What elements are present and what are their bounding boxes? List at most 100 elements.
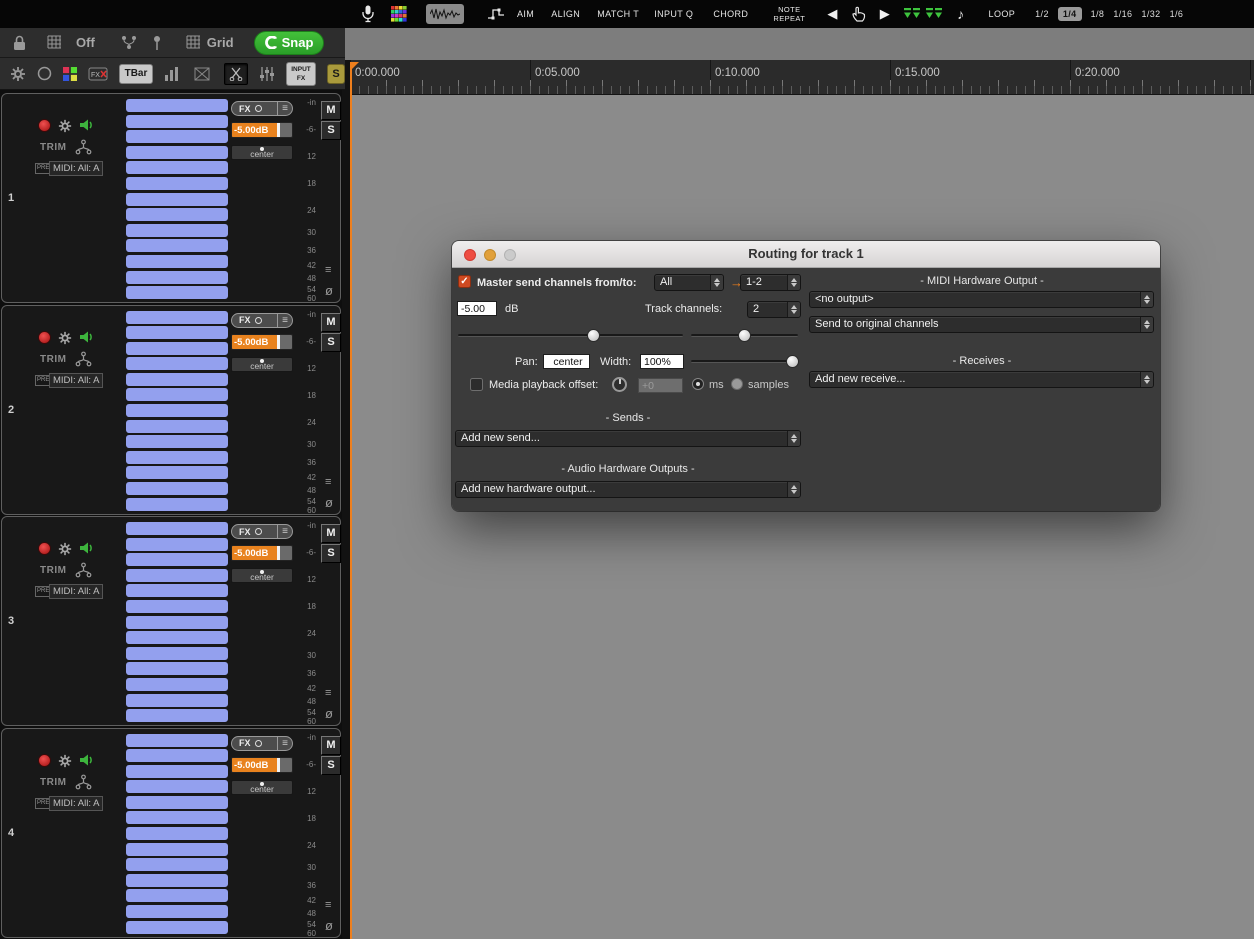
- media-lane-bar[interactable]: [126, 858, 228, 872]
- metronome-note-icon[interactable]: ♪: [957, 6, 964, 22]
- gear-tool-icon[interactable]: [10, 66, 26, 82]
- note-division-1-4[interactable]: 1/4: [1057, 7, 1082, 21]
- media-lane-bar[interactable]: [126, 733, 228, 747]
- volume-slider[interactable]: [458, 334, 683, 337]
- media-lane-bar[interactable]: [126, 404, 228, 418]
- fx-button[interactable]: FX ≡: [231, 101, 293, 116]
- routing-icon[interactable]: [75, 139, 92, 155]
- media-lane-bar[interactable]: [126, 254, 228, 268]
- drop-markers-icon[interactable]: [904, 7, 921, 21]
- media-lane-bar[interactable]: [126, 764, 228, 778]
- monitor-speaker-icon[interactable]: [79, 117, 95, 133]
- solo-button[interactable]: S: [321, 121, 341, 140]
- media-lane-bar[interactable]: [126, 223, 228, 237]
- note-division-1-32[interactable]: 1/32: [1141, 9, 1160, 19]
- playback-offset-checkbox[interactable]: [470, 378, 483, 391]
- dialog-titlebar[interactable]: Routing for track 1: [452, 241, 1160, 268]
- media-lane-bar[interactable]: [126, 905, 228, 919]
- track-row[interactable]: TRIM PRE MIDI: All: A 4 FX ≡ -5.00dB cen…: [1, 727, 341, 938]
- media-lane-bar[interactable]: [126, 709, 228, 723]
- add-send-select[interactable]: Add new send...: [455, 430, 801, 447]
- media-lane-bar[interactable]: [126, 130, 228, 144]
- grid-label[interactable]: Grid: [207, 35, 234, 50]
- arrange-area[interactable]: [350, 95, 1254, 939]
- media-lane-bar[interactable]: [126, 677, 228, 691]
- solo-button[interactable]: S: [321, 755, 341, 775]
- input-q-button[interactable]: INPUT Q: [654, 9, 693, 19]
- mute-button[interactable]: M: [321, 735, 341, 755]
- match-t-button[interactable]: MATCH T: [597, 9, 639, 19]
- meter-bars-icon[interactable]: [164, 66, 180, 82]
- record-arm-button[interactable]: [38, 542, 51, 555]
- volume-handle[interactable]: [277, 123, 280, 137]
- mute-button[interactable]: M: [321, 312, 341, 332]
- chord-button[interactable]: CHORD: [713, 9, 748, 19]
- master-send-from-select[interactable]: All: [654, 274, 724, 291]
- media-lane-bar[interactable]: [126, 646, 228, 660]
- edit-cursor-flag[interactable]: [350, 62, 359, 71]
- grid-icon[interactable]: [186, 35, 201, 50]
- media-lane-bar[interactable]: [126, 208, 228, 222]
- align-button[interactable]: ALIGN: [551, 9, 580, 19]
- midi-input-selector[interactable]: MIDI: All: A: [49, 161, 104, 176]
- lanes-icon[interactable]: ≡: [325, 264, 331, 276]
- media-lane-bar[interactable]: [126, 239, 228, 253]
- pan-handle[interactable]: [260, 147, 264, 151]
- fx-menu-icon[interactable]: ≡: [277, 102, 292, 115]
- gear-icon[interactable]: [58, 754, 72, 768]
- media-lane-bar[interactable]: [126, 795, 228, 809]
- fx-menu-icon[interactable]: ≡: [277, 525, 292, 538]
- pan-slider-thumb[interactable]: [738, 329, 751, 342]
- fx-menu-icon[interactable]: ≡: [277, 313, 292, 327]
- fx-button[interactable]: FX ≡: [231, 524, 293, 539]
- media-lane-bar[interactable]: [126, 145, 228, 159]
- volume-handle[interactable]: [277, 757, 280, 772]
- volume-field[interactable]: -5.00: [457, 301, 497, 316]
- media-lane-bar[interactable]: [126, 568, 228, 582]
- gear-icon[interactable]: [58, 542, 72, 556]
- trim-mode-button[interactable]: TRIM: [40, 565, 66, 576]
- master-send-to-select[interactable]: 1-2: [740, 274, 801, 291]
- track-row[interactable]: TRIM PRE MIDI: All: A 1 FX ≡ -5.00dB cen…: [1, 93, 341, 303]
- mixer-icon[interactable]: [259, 66, 275, 82]
- media-lane-bar[interactable]: [126, 482, 228, 496]
- solo-button[interactable]: S: [321, 332, 341, 352]
- trim-mode-button[interactable]: TRIM: [40, 142, 66, 153]
- media-lane-bar[interactable]: [126, 811, 228, 825]
- fx-enable-circle-icon[interactable]: [254, 316, 262, 324]
- midi-input-selector[interactable]: MIDI: All: A: [49, 584, 104, 599]
- volume-handle[interactable]: [277, 334, 280, 349]
- media-lane-bar[interactable]: [126, 615, 228, 629]
- solo-button[interactable]: S: [321, 544, 341, 563]
- media-lane-bar[interactable]: [126, 827, 228, 841]
- tbar-button[interactable]: TBar: [119, 63, 153, 84]
- media-lane-bar[interactable]: [126, 341, 228, 355]
- gear-icon[interactable]: [58, 331, 72, 345]
- phase-icon[interactable]: ø: [325, 918, 333, 933]
- media-lane-bar[interactable]: [126, 161, 228, 175]
- media-lane-bar[interactable]: [126, 270, 228, 284]
- scissors-icon[interactable]: [224, 62, 248, 85]
- pan-field[interactable]: center: [543, 354, 590, 369]
- grouping-icon[interactable]: [47, 35, 62, 50]
- master-send-checkbox[interactable]: ✓: [458, 275, 471, 288]
- note-division-1-2[interactable]: 1/2: [1035, 9, 1049, 19]
- media-lane-bar[interactable]: [126, 286, 228, 300]
- pan-handle[interactable]: [260, 570, 264, 574]
- media-lane-bar[interactable]: [126, 388, 228, 402]
- monitor-speaker-icon[interactable]: [79, 329, 95, 345]
- media-lane-bar[interactable]: [126, 419, 228, 433]
- phase-icon[interactable]: ø: [325, 495, 333, 510]
- lanes-icon[interactable]: ≡: [325, 899, 331, 911]
- fx-menu-icon[interactable]: ≡: [277, 736, 292, 750]
- prev-transport-button[interactable]: ◀: [827, 6, 837, 22]
- pan-control[interactable]: center: [231, 356, 293, 372]
- close-button[interactable]: [464, 249, 476, 261]
- media-lane-bar[interactable]: [126, 553, 228, 567]
- s-button[interactable]: S: [327, 63, 345, 84]
- media-lane-bar[interactable]: [126, 310, 228, 324]
- media-lane-bar[interactable]: [126, 631, 228, 645]
- media-lane-bar[interactable]: [126, 450, 228, 464]
- lanes-icon[interactable]: ≡: [325, 476, 331, 488]
- envelope-box-icon[interactable]: [191, 64, 213, 84]
